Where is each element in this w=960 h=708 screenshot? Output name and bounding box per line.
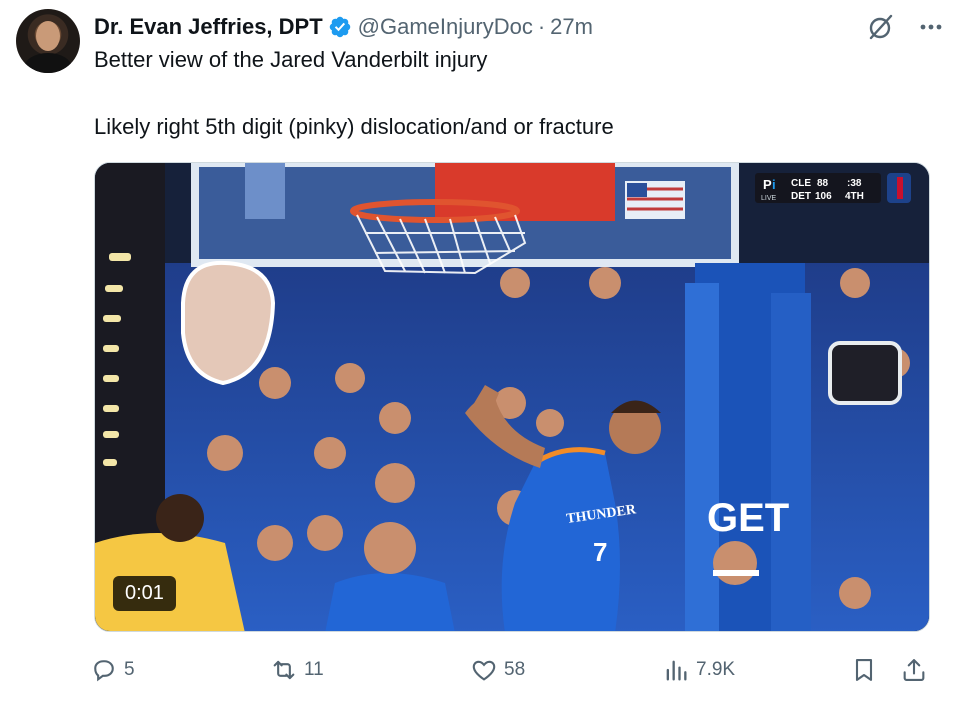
reply-icon xyxy=(94,660,114,682)
tweet-header: Dr. Evan Jeffries, DPT @GameInjuryDoc · … xyxy=(94,12,593,42)
share-button[interactable] xyxy=(900,652,934,688)
retweet-button[interactable]: 11 xyxy=(270,652,324,688)
video-frame: P i LIVE CLE 88 DET 106 :38 4TH THUNDER … xyxy=(95,163,929,631)
tweet-text-line-2: Likely right 5th digit (pinky) dislocati… xyxy=(94,114,614,139)
jersey-number: 7 xyxy=(593,537,607,567)
scorebug-score2: 106 xyxy=(815,191,832,202)
tweet-text-line-1: Better view of the Jared Vanderbilt inju… xyxy=(94,47,488,72)
more-icon[interactable] xyxy=(916,12,946,42)
scorebug-live: LIVE xyxy=(761,195,777,202)
scorebug-clock: :38 xyxy=(847,178,862,189)
svg-text:P: P xyxy=(763,177,772,192)
reply-count: 5 xyxy=(124,659,135,680)
scorebug: P i LIVE CLE 88 DET 106 :38 4TH xyxy=(755,173,911,203)
views-count: 7.9K xyxy=(696,659,736,680)
scorebug-team1: CLE xyxy=(791,178,811,189)
scorebug-score1: 88 xyxy=(817,178,829,189)
separator-dot: · xyxy=(537,14,546,39)
video-duration: 0:01 xyxy=(113,576,176,611)
retweet-icon xyxy=(273,660,295,680)
sign-text: GET xyxy=(707,496,789,540)
bookmark-icon xyxy=(855,659,873,681)
svg-text:i: i xyxy=(772,177,776,192)
avatar[interactable] xyxy=(16,9,80,73)
scorebug-period: 4TH xyxy=(845,191,864,202)
avatar-shirt xyxy=(24,53,72,73)
like-button[interactable]: 58 xyxy=(470,652,525,688)
grok-icon[interactable] xyxy=(866,12,896,42)
video-player[interactable]: P i LIVE CLE 88 DET 106 :38 4TH THUNDER … xyxy=(94,162,930,632)
views-icon xyxy=(666,660,687,681)
tweet-actions: 5 11 58 7.9K xyxy=(90,652,932,688)
share-icon xyxy=(903,659,925,681)
reply-button[interactable]: 5 xyxy=(90,652,135,688)
verified-badge-icon xyxy=(328,15,352,39)
tweet: Dr. Evan Jeffries, DPT @GameInjuryDoc · … xyxy=(0,0,960,708)
tweet-timestamp[interactable]: 27m xyxy=(550,14,593,40)
like-count: 58 xyxy=(504,659,526,680)
author-handle[interactable]: @GameInjuryDoc xyxy=(358,14,533,40)
retweet-count: 11 xyxy=(304,659,324,680)
avatar-face xyxy=(36,21,60,51)
views-button[interactable]: 7.9K xyxy=(662,652,735,688)
author-display-name[interactable]: Dr. Evan Jeffries, DPT xyxy=(94,14,323,40)
bookmark-button[interactable] xyxy=(850,652,884,688)
top-actions xyxy=(866,12,946,42)
like-icon xyxy=(472,660,496,681)
scorebug-team2: DET xyxy=(791,191,811,202)
